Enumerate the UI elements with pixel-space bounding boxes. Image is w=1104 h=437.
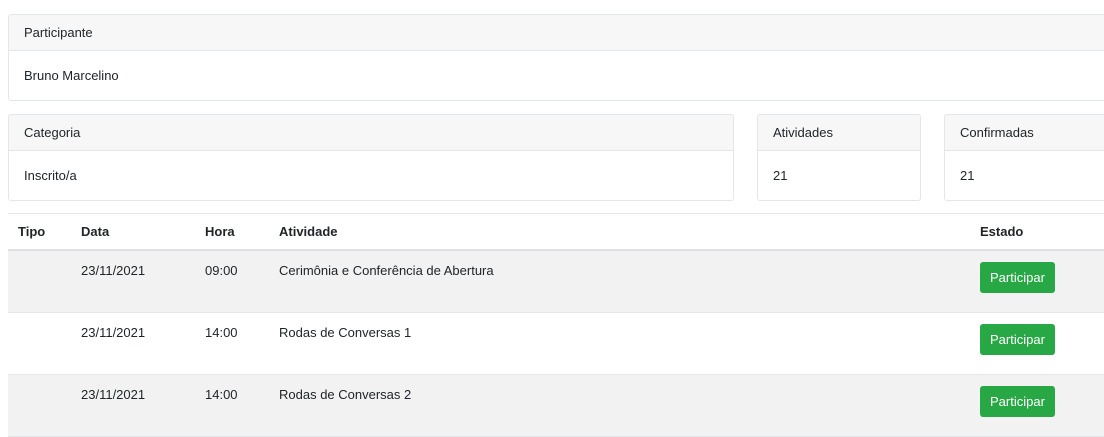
column-header-tipo: Tipo [8,213,71,251]
category-card: Categoria Inscrito/a [8,114,734,201]
participant-header: Participante [9,15,1104,51]
participar-button[interactable]: Participar [980,323,1055,355]
activities-table: Tipo Data Hora Atividade Estado 23/11/20… [8,213,1104,437]
activities-value: 21 [773,168,788,183]
confirmed-header: Confirmadas [945,115,1104,151]
table-header-row: Tipo Data Hora Atividade Estado [8,213,1104,251]
cell-estado: Participar [970,250,1104,312]
column-header-estado: Estado [970,213,1104,251]
cell-hora: 14:00 [205,386,238,402]
table-row: 23/11/2021 14:00 Rodas de Conversas 1 Pa… [8,312,1104,374]
activities-card: Atividades 21 [757,114,921,201]
category-value: Inscrito/a [24,168,77,183]
participant-card: Participante Bruno Marcelino [8,14,1104,101]
table-row: 23/11/2021 14:00 Rodas de Conversas 2 Pa… [8,374,1104,436]
cell-tipo [8,374,71,436]
participant-name: Bruno Marcelino [24,68,119,83]
cell-tipo [8,312,71,374]
participar-button[interactable]: Participar [980,385,1055,417]
activities-header: Atividades [758,115,920,151]
cell-data: 23/11/2021 [81,324,146,340]
cell-atividade: Rodas de Conversas 1 [279,324,412,340]
confirmed-card: Confirmadas 21 [944,114,1104,201]
activities-table-wrapper: Tipo Data Hora Atividade Estado 23/11/20… [8,213,1104,437]
cell-data: 23/11/2021 [81,386,146,402]
confirmed-value: 21 [960,168,975,183]
cell-tipo [8,250,71,312]
cell-atividade: Cerimônia e Conferência de Abertura [279,263,494,278]
cell-estado: Participar [970,374,1104,436]
column-header-atividade: Atividade [269,213,970,251]
cell-hora: 09:00 [205,263,238,278]
column-header-data: Data [71,213,195,251]
participar-button[interactable]: Participar [980,262,1055,293]
table-row: 23/11/2021 09:00 Cerimônia e Conferência… [8,250,1104,312]
cell-data: 23/11/2021 [81,263,146,278]
cell-hora: 14:00 [205,324,238,340]
column-header-hora: Hora [195,213,269,251]
cell-estado: Participar [970,312,1104,374]
cell-atividade: Rodas de Conversas 2 [279,386,412,402]
category-header: Categoria [9,115,733,151]
